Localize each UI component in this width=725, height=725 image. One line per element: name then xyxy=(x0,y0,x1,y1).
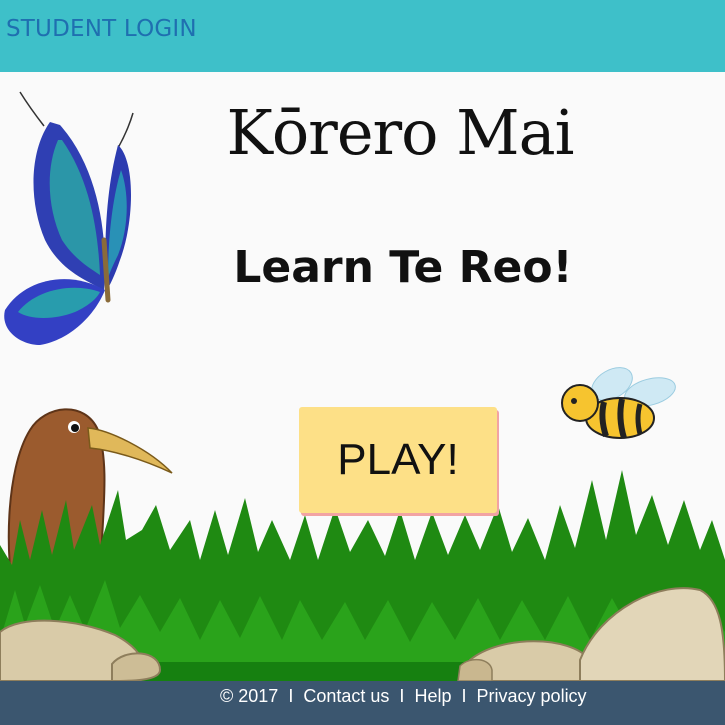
help-link[interactable]: Help xyxy=(414,686,451,706)
student-login-link[interactable]: STUDENT LOGIN xyxy=(6,16,197,42)
play-button[interactable]: PLAY! xyxy=(299,407,497,513)
contact-link[interactable]: Contact us xyxy=(303,686,389,706)
footer-separator: I xyxy=(461,686,467,706)
bee-icon xyxy=(561,367,676,439)
main-area: Kōrero Mai Learn Te Reo! PLAY! xyxy=(0,72,725,681)
page-subtitle: Learn Te Reo! xyxy=(233,242,573,293)
footer-separator: I xyxy=(288,686,294,706)
footer-links: © 2017 I Contact us I Help I Privacy pol… xyxy=(220,686,587,707)
privacy-link[interactable]: Privacy policy xyxy=(477,686,587,706)
top-bar: STUDENT LOGIN xyxy=(0,0,725,72)
footer: © 2017 I Contact us I Help I Privacy pol… xyxy=(0,681,725,725)
footer-separator: I xyxy=(399,686,405,706)
copyright-text: © 2017 xyxy=(220,686,279,706)
page-title: Kōrero Mai xyxy=(226,96,575,169)
